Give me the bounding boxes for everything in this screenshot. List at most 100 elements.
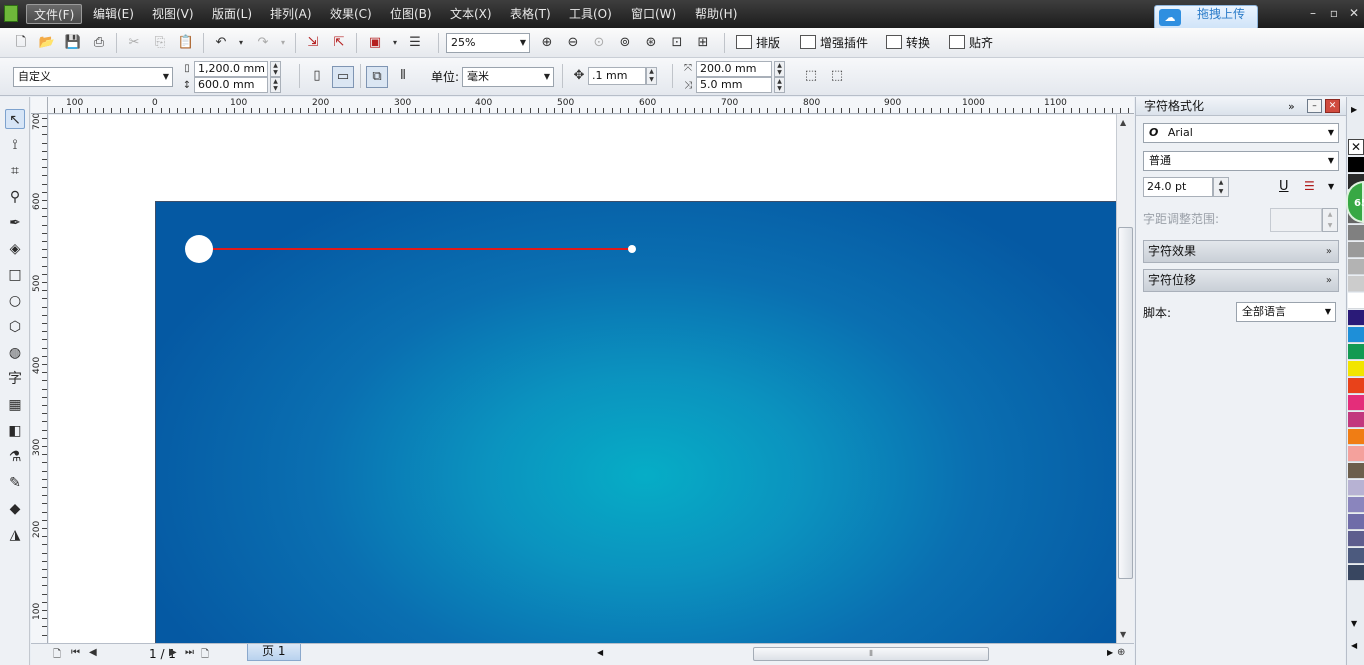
- ellipse-tool-icon[interactable]: ○: [5, 291, 25, 311]
- duplicate-x-spinner[interactable]: ▲ ▼: [774, 61, 785, 77]
- docker-close-icon[interactable]: ✕: [1325, 99, 1340, 113]
- smart-fill-tool-icon[interactable]: ◈: [5, 239, 25, 259]
- redo-icon[interactable]: ↷: [254, 34, 272, 52]
- color-swatch[interactable]: [1348, 514, 1364, 530]
- eyedropper-tool-icon[interactable]: ⚗: [5, 447, 25, 467]
- page-height-field[interactable]: 600.0 mm: [194, 77, 268, 93]
- undo-icon[interactable]: ↶: [212, 34, 230, 52]
- progress-line-shape[interactable]: [199, 248, 632, 250]
- prev-page-icon[interactable]: ◀: [89, 647, 97, 658]
- portrait-icon[interactable]: ▯: [308, 67, 326, 85]
- crop-tool-icon[interactable]: ⌗: [5, 161, 25, 181]
- color-swatch[interactable]: [1348, 395, 1364, 411]
- character-shift-section[interactable]: 字符位移 »: [1143, 269, 1339, 292]
- vertical-scroll-thumb[interactable]: [1118, 227, 1133, 579]
- palette-scroll-up-icon[interactable]: ▶: [1351, 105, 1357, 114]
- scroll-up-icon[interactable]: ▲: [1120, 118, 1126, 127]
- nudge-distance-field[interactable]: .1 mm: [588, 67, 646, 85]
- horizontal-scroll-thumb[interactable]: ⦀: [753, 647, 989, 661]
- color-swatch[interactable]: [1348, 480, 1364, 496]
- menu-edit[interactable]: 编辑(E): [86, 4, 141, 24]
- zoom-page-icon[interactable]: ⊛: [642, 34, 660, 52]
- kerning-range-spinner[interactable]: ▲ ▼: [1322, 208, 1338, 232]
- kerning-range-field[interactable]: [1270, 208, 1322, 232]
- zoom-level-select[interactable]: 25% ▼: [446, 33, 530, 53]
- menu-arrange[interactable]: 排列(A): [263, 4, 319, 24]
- zoom-selected-icon[interactable]: ⊙: [590, 34, 608, 52]
- color-swatch[interactable]: [1348, 276, 1364, 292]
- pick-tool-icon[interactable]: ↖: [5, 109, 25, 129]
- vertical-ruler[interactable]: 700 600 500 400 300 200 100: [31, 114, 48, 644]
- restore-icon[interactable]: ▫: [1325, 5, 1343, 21]
- color-swatch[interactable]: [1348, 293, 1364, 309]
- save-icon[interactable]: 💾: [64, 34, 82, 52]
- color-swatch[interactable]: [1348, 310, 1364, 326]
- color-swatch[interactable]: [1348, 242, 1364, 258]
- close-icon[interactable]: ✕: [1345, 5, 1363, 21]
- basic-shapes-tool-icon[interactable]: ◍: [5, 343, 25, 363]
- copy-icon[interactable]: ⎘: [151, 34, 169, 52]
- all-pages-icon[interactable]: ⧉: [366, 66, 388, 88]
- expand-docker-icon[interactable]: »: [1288, 97, 1295, 116]
- strikethrough-icon[interactable]: ☰: [1304, 179, 1315, 193]
- no-color-swatch[interactable]: ✕: [1348, 139, 1364, 155]
- line-end-dot-shape[interactable]: [628, 245, 636, 253]
- menu-help[interactable]: 帮助(H): [688, 4, 744, 24]
- fill-tool-icon[interactable]: ◆: [5, 499, 25, 519]
- redo-dropdown-icon[interactable]: ▾: [274, 34, 292, 52]
- export-icon[interactable]: ⇱: [330, 34, 348, 52]
- ruler-origin[interactable]: [31, 97, 48, 114]
- color-swatch[interactable]: [1348, 157, 1364, 173]
- menu-tools[interactable]: 工具(O): [562, 4, 619, 24]
- publish-icon[interactable]: ▣: [366, 34, 384, 52]
- scroll-left-icon[interactable]: ◀: [597, 648, 603, 657]
- print-icon[interactable]: ⎙: [90, 34, 108, 52]
- new-document-icon[interactable]: 🗋: [12, 34, 30, 52]
- snap-to-bbox-icon[interactable]: ⬚: [828, 67, 846, 85]
- treat-as-filled-icon[interactable]: ⬚: [802, 67, 820, 85]
- scroll-down-icon[interactable]: ▼: [1120, 630, 1126, 639]
- zoom-height-icon[interactable]: ⊞: [694, 34, 712, 52]
- zoom-out-icon[interactable]: ⊖: [564, 34, 582, 52]
- palette-expand-icon[interactable]: ◀: [1351, 641, 1357, 650]
- color-swatch[interactable]: [1348, 565, 1364, 581]
- duplicate-x-field[interactable]: 200.0 mm: [696, 61, 772, 77]
- snap-button[interactable]: 贴齐: [949, 34, 993, 52]
- minimize-icon[interactable]: –: [1304, 5, 1322, 21]
- layout-plugin-button[interactable]: 排版: [736, 34, 780, 52]
- menu-bitmaps[interactable]: 位图(B): [383, 4, 439, 24]
- page-height-spinner[interactable]: ▲ ▼: [270, 77, 281, 93]
- menu-window[interactable]: 窗口(W): [624, 4, 683, 24]
- text-tool-icon[interactable]: 字: [5, 369, 25, 389]
- horizontal-ruler[interactable]: 100 0 100 200 300 400 500 600 700 800 90…: [48, 97, 1134, 114]
- palette-scroll-down-icon[interactable]: ▼: [1351, 619, 1357, 628]
- font-family-select[interactable]: O Arial ▼: [1143, 123, 1339, 143]
- first-page-icon[interactable]: ⏮: [71, 647, 80, 658]
- zoom-width-icon[interactable]: ⊡: [668, 34, 686, 52]
- page-width-field[interactable]: 1,200.0 mm: [194, 61, 268, 77]
- color-swatch[interactable]: [1348, 327, 1364, 343]
- menu-table[interactable]: 表格(T): [503, 4, 558, 24]
- cut-icon[interactable]: ✂: [125, 34, 143, 52]
- shape-tool-icon[interactable]: ⟟: [5, 135, 25, 155]
- outline-tool-icon[interactable]: ✎: [5, 473, 25, 493]
- color-swatch[interactable]: [1348, 497, 1364, 513]
- freehand-tool-icon[interactable]: ✒: [5, 213, 25, 233]
- color-swatch[interactable]: [1348, 446, 1364, 462]
- script-select[interactable]: 全部语言 ▼: [1236, 302, 1336, 322]
- color-swatch[interactable]: [1348, 412, 1364, 428]
- paste-icon[interactable]: 📋: [177, 34, 195, 52]
- unit-select[interactable]: 毫米 ▼: [462, 67, 554, 87]
- circle-knob-shape[interactable]: [185, 235, 213, 263]
- menu-effects[interactable]: 效果(C): [323, 4, 379, 24]
- open-folder-icon[interactable]: 📂: [38, 34, 56, 52]
- current-page-icon[interactable]: ⫴: [394, 67, 412, 85]
- drag-upload-button[interactable]: ☁ 拖拽上传: [1154, 5, 1258, 30]
- import-icon[interactable]: ⇲: [304, 34, 322, 52]
- chevron-down-icon[interactable]: ▼: [1328, 182, 1334, 191]
- underline-icon[interactable]: U: [1279, 179, 1289, 194]
- landscape-icon[interactable]: ▭: [332, 66, 354, 88]
- scroll-right-icon[interactable]: ▶: [1107, 648, 1113, 657]
- next-page-icon[interactable]: ▶: [169, 647, 177, 658]
- drawing-canvas[interactable]: [49, 115, 1116, 643]
